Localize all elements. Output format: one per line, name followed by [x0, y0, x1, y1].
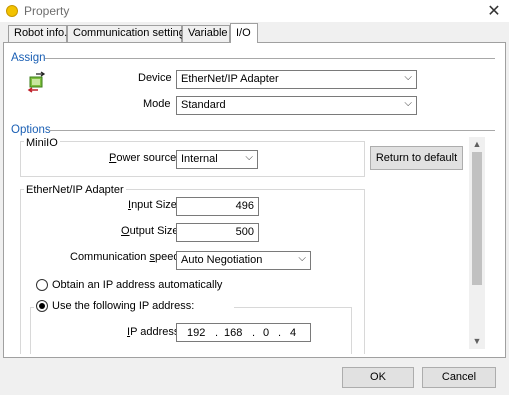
chevron-down-icon: ⌵	[298, 253, 306, 264]
io-transfer-icon	[26, 71, 48, 93]
comm-speed-select[interactable]: Auto Negotiation ⌵	[176, 251, 311, 270]
ip-octet-3[interactable]: 0	[263, 327, 269, 339]
scroll-up-icon[interactable]: ▲	[469, 139, 485, 149]
device-select-value: EtherNet/IP Adapter	[181, 73, 279, 85]
close-icon[interactable]: ✕	[484, 1, 504, 21]
mode-select[interactable]: Standard ⌵	[176, 96, 417, 115]
ip-dot: .	[215, 327, 219, 339]
mode-label: Mode	[143, 98, 171, 110]
input-size-field[interactable]: 496	[176, 197, 259, 216]
window-title: Property	[24, 4, 70, 18]
cancel-button[interactable]: Cancel	[422, 367, 496, 388]
ip-octet-4[interactable]: 4	[290, 327, 296, 339]
options-divider	[48, 130, 495, 131]
scroll-down-icon[interactable]: ▼	[469, 336, 485, 346]
return-to-default-button[interactable]: Return to default	[370, 146, 463, 170]
tab-robot-info[interactable]: Robot info.	[8, 25, 67, 42]
output-size-field[interactable]: 500	[176, 223, 259, 242]
ip-octet-1[interactable]: 192	[187, 327, 205, 339]
device-select[interactable]: EtherNet/IP Adapter ⌵	[176, 70, 417, 89]
comm-speed-value: Auto Negotiation	[181, 254, 263, 266]
power-source-value: Internal	[181, 153, 218, 165]
assign-section-label: Assign	[11, 52, 46, 64]
obtain-ip-auto-label: Obtain an IP address automatically	[52, 279, 223, 291]
comm-speed-label: Communication speed	[70, 251, 180, 263]
chevron-down-icon: ⌵	[245, 152, 253, 163]
assign-divider	[45, 58, 495, 59]
obtain-ip-auto-radio[interactable]	[36, 279, 48, 291]
ip-dot: .	[278, 327, 282, 339]
scrollbar-thumb[interactable]	[472, 152, 482, 285]
ip-address-label: IP address	[127, 326, 180, 338]
tab-variable[interactable]: Variable	[182, 25, 230, 42]
minio-group-label: MiniIO	[24, 137, 60, 149]
ip-address-field[interactable]: 192 . 168 . 0 . 4	[176, 323, 311, 342]
chevron-down-icon: ⌵	[404, 98, 412, 109]
power-source-select[interactable]: Internal ⌵	[176, 150, 258, 169]
title-bar	[0, 0, 509, 22]
ethernet-group-label: EtherNet/IP Adapter	[24, 184, 126, 196]
device-label: Device	[138, 72, 172, 84]
use-static-ip-radio[interactable]	[36, 300, 48, 312]
ip-octet-2[interactable]: 168	[224, 327, 242, 339]
tab-communication-setting[interactable]: Communication setting	[67, 25, 185, 42]
use-static-ip-label: Use the following IP address:	[52, 300, 195, 312]
ip-dot: .	[252, 327, 256, 339]
mode-select-value: Standard	[181, 99, 226, 111]
tab-io[interactable]: I/O	[230, 23, 258, 43]
output-size-label: Output Size	[121, 225, 179, 237]
input-size-label: Input Size	[128, 199, 177, 211]
options-section-label: Options	[11, 124, 51, 136]
ok-button[interactable]: OK	[342, 367, 414, 388]
power-source-label: Power source:	[109, 152, 180, 164]
app-icon	[6, 5, 18, 17]
chevron-down-icon: ⌵	[404, 72, 412, 83]
